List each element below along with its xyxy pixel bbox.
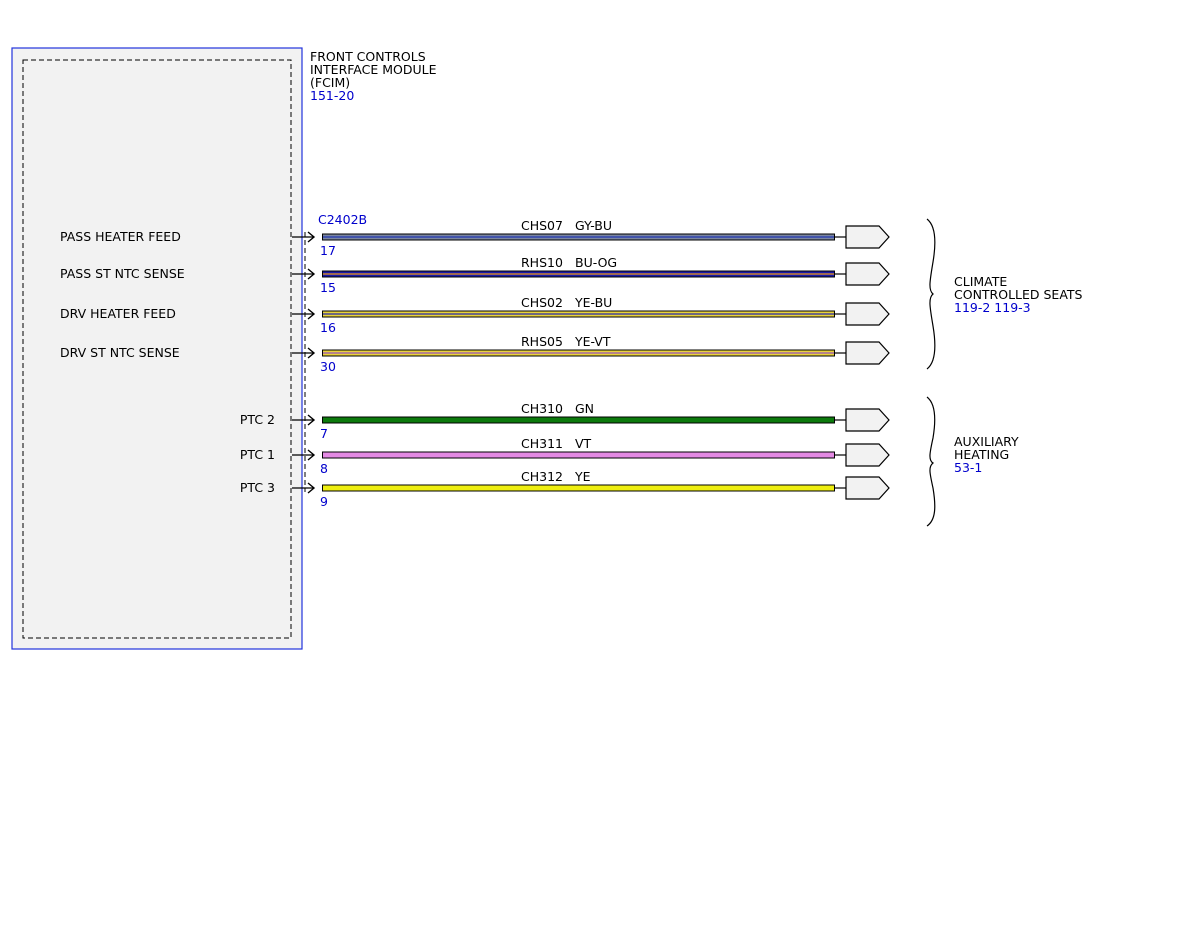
wire-fill[interactable] — [323, 485, 834, 491]
signal-label: DRV HEATER FEED — [60, 306, 176, 321]
pin-number[interactable]: 8 — [320, 461, 328, 476]
off-page-connector-icon[interactable] — [845, 476, 890, 500]
wire-stripe — [323, 313, 834, 315]
wiring-diagram: FRONT CONTROLS INTERFACE MODULE (FCIM) 1… — [11, 47, 1083, 650]
off-page-connector-icon[interactable] — [845, 341, 890, 365]
wire-stripe — [323, 352, 834, 354]
aux-brace — [926, 396, 936, 527]
wire-color-code: YE-BU — [574, 295, 612, 310]
wire-color-code: YE — [574, 469, 591, 484]
wire-fill[interactable] — [323, 452, 834, 458]
off-page-connector-icon[interactable] — [845, 443, 890, 467]
off-page-connector-icon[interactable] — [845, 225, 890, 249]
wire-color-code: GY-BU — [575, 218, 612, 233]
signal-label: PTC 3 — [240, 480, 275, 495]
pin-number[interactable]: 9 — [320, 494, 328, 509]
circuit-id: RHS10 — [521, 255, 563, 270]
module-ref-link[interactable]: 151-20 — [310, 88, 354, 103]
connector-label[interactable]: C2402B — [318, 212, 367, 227]
circuit-id: CHS02 — [521, 295, 563, 310]
signal-label: PASS ST NTC SENSE — [60, 266, 185, 281]
circuit-id: CH310 — [521, 401, 563, 416]
off-page-connector-icon[interactable] — [845, 302, 890, 326]
circuit-id: CHS07 — [521, 218, 563, 233]
wire-color-code: GN — [575, 401, 594, 416]
seats-brace — [926, 218, 936, 370]
circuit-id: CH312 — [521, 469, 563, 484]
circuit-id: CH311 — [521, 436, 563, 451]
wire-stripe — [323, 273, 834, 275]
circuit-id: RHS05 — [521, 334, 563, 349]
wire-color-code: BU-OG — [575, 255, 617, 270]
wire-stripe — [323, 236, 834, 238]
signal-row: PTC 2 7 CH310 GN — [240, 401, 890, 441]
aux-ref-link[interactable]: 53-1 — [954, 460, 982, 475]
signal-label: PTC 2 — [240, 412, 275, 427]
signal-label: DRV ST NTC SENSE — [60, 345, 180, 360]
wire-color-code: YE-VT — [574, 334, 611, 349]
wire-fill[interactable] — [323, 417, 834, 423]
signal-row: PTC 3 9 CH312 YE — [240, 469, 890, 509]
seats-ref-link[interactable]: 119-2 119-3 — [954, 300, 1031, 315]
signal-label: PTC 1 — [240, 447, 275, 462]
pin-number[interactable]: 7 — [320, 426, 328, 441]
off-page-connector-icon[interactable] — [845, 408, 890, 432]
wire-color-code: VT — [575, 436, 592, 451]
pin-number[interactable]: 17 — [320, 243, 336, 258]
pin-number[interactable]: 30 — [320, 359, 336, 374]
signal-row: PTC 1 8 CH311 VT — [240, 436, 890, 476]
pin-number[interactable]: 16 — [320, 320, 336, 335]
pin-number[interactable]: 15 — [320, 280, 336, 295]
signal-label: PASS HEATER FEED — [60, 229, 181, 244]
off-page-connector-icon[interactable] — [845, 262, 890, 286]
